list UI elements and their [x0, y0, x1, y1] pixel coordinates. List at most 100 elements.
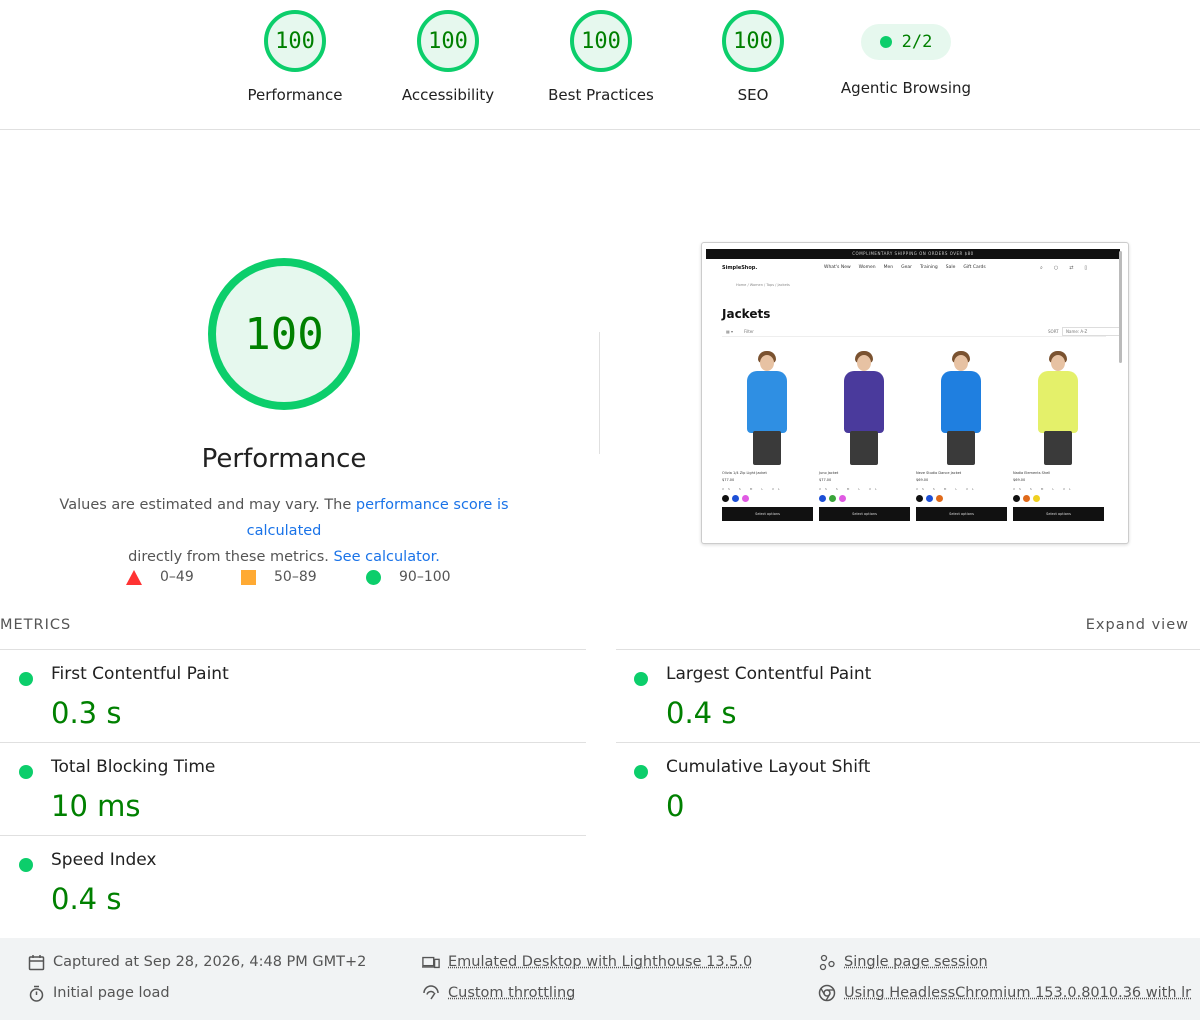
metric-value: 0.4 s: [666, 696, 737, 730]
metrics-heading: METRICS: [0, 617, 72, 633]
product-name: Olivia 1/4 Zip Light Jacket: [722, 471, 767, 475]
accessibility-score: 100: [417, 10, 479, 72]
gauge-label: Agentic Browsing: [840, 79, 972, 97]
product-sizes: XS S M L XL: [1013, 487, 1075, 491]
legs: [850, 431, 878, 465]
runtime-settings: Captured at Sep 28, 2026, 4:48 PM GMT+2 …: [0, 938, 1200, 1020]
pass-dot-icon: [19, 672, 33, 686]
swatch: [1033, 495, 1040, 502]
gauge-label: Performance: [247, 86, 343, 104]
gauge-performance[interactable]: 100 Performance: [220, 10, 370, 104]
legend-label: 0–49: [160, 569, 194, 585]
seo-score: 100: [722, 10, 784, 72]
jacket: [941, 371, 981, 433]
product-price: $69.00: [1013, 478, 1026, 482]
see-calculator-link[interactable]: See calculator.: [333, 549, 439, 565]
expand-view-toggle[interactable]: Expand view: [1086, 617, 1189, 633]
product-sizes: XS S M L XL: [916, 487, 978, 491]
metric-value: 10 ms: [51, 789, 141, 823]
calendar-icon: [27, 953, 45, 971]
nav-item: Sale: [945, 265, 956, 270]
pass-dot-icon: [19, 858, 33, 872]
breadcrumb: Home / Women / Tops / Jackets: [736, 283, 790, 287]
gauge-label: Accessibility: [401, 86, 495, 104]
throttling-icon: [422, 984, 440, 1002]
devices-icon: [422, 953, 440, 971]
filter-bar: ▦ ▾ Filter SORT Name: A-Z: [722, 327, 1122, 337]
gauge-agentic-browsing[interactable]: 2/2 Agentic Browsing: [831, 10, 981, 97]
swatch: [722, 495, 729, 502]
head: [857, 355, 871, 371]
metric-label: Total Blocking Time: [51, 757, 216, 777]
nav-item: Gift Cards: [963, 265, 986, 270]
metric-value: 0.4 s: [51, 882, 122, 916]
session-text: Single page session: [844, 954, 988, 970]
metric-value: 0: [666, 789, 685, 823]
desc-text: Values are estimated and may vary. The: [59, 497, 356, 513]
gauge-accessibility[interactable]: 100 Accessibility: [373, 10, 523, 104]
category-title: Jackets: [722, 307, 771, 321]
product-sizes: XS S M L XL: [819, 487, 881, 491]
emulation-info[interactable]: Emulated Desktop with Lighthouse 13.5.0: [422, 953, 752, 971]
gauge-seo[interactable]: 100 SEO: [678, 10, 828, 104]
score-summary-bar: 100 Performance 100 Accessibility 100 Be…: [0, 0, 1200, 130]
cart-icon: ▯: [1084, 265, 1088, 271]
nav-item: Gear: [901, 265, 912, 270]
product-price: $77.00: [722, 478, 735, 482]
head: [1051, 355, 1065, 371]
swatch: [732, 495, 739, 502]
average-square-icon: [241, 569, 256, 585]
promo-banner: COMPLIMENTARY SHIPPING ON ORDERS OVER $8…: [706, 249, 1120, 259]
pass-circle-icon: [366, 569, 381, 585]
session-icon: [818, 953, 836, 971]
chrome-icon: [818, 984, 836, 1002]
select-options-button: Select options: [819, 507, 910, 521]
product-sizes: XS S M L XL: [722, 487, 784, 491]
desc-text: directly from these metrics.: [128, 549, 334, 565]
session-info[interactable]: Single page session: [818, 953, 988, 971]
color-swatches: [1013, 495, 1104, 502]
jacket: [747, 371, 787, 433]
site-logo: SimpleShop.: [722, 265, 758, 271]
nav-item: What's New: [824, 265, 851, 270]
nav-item: Men: [883, 265, 894, 270]
product-image: [916, 349, 1007, 467]
product-name: Juno Jacket: [819, 471, 839, 475]
legend-pass: 90–100: [366, 566, 451, 588]
divider: [0, 742, 586, 743]
gauge-best-practices[interactable]: 100 Best Practices: [526, 10, 676, 104]
compare-icon: ⇄: [1069, 265, 1074, 271]
legend-fail: 0–49: [126, 566, 194, 588]
captured-at-info: Captured at Sep 28, 2026, 4:48 PM GMT+2: [27, 953, 366, 971]
divider: [616, 649, 1200, 650]
pass-dot-icon: [19, 765, 33, 779]
nav-item: Training: [920, 265, 938, 270]
divider: [0, 835, 586, 836]
nav-item: Women: [858, 265, 876, 270]
browser-info[interactable]: Using HeadlessChromium 153.0.8010.36 wit…: [818, 984, 1191, 1002]
pass-dot-icon: [634, 765, 648, 779]
final-screenshot[interactable]: COMPLIMENTARY SHIPPING ON ORDERS OVER $8…: [701, 242, 1129, 544]
product-image: [1013, 349, 1104, 467]
scrollbar: [1119, 251, 1122, 363]
swatch: [936, 495, 943, 502]
swatch: [819, 495, 826, 502]
search-icon: ⌕: [1040, 265, 1043, 271]
product-price: $77.00: [819, 478, 832, 482]
throttling-info[interactable]: Custom throttling: [422, 984, 575, 1002]
jacket: [1038, 371, 1078, 433]
swatch: [839, 495, 846, 502]
sort-select: Name: A-Z: [1062, 327, 1122, 336]
swatch: [742, 495, 749, 502]
agentic-score-pill: 2/2: [861, 24, 951, 60]
performance-title: Performance: [201, 444, 367, 474]
product-image: [819, 349, 910, 467]
color-swatches: [722, 495, 813, 502]
color-swatches: [819, 495, 910, 502]
legend-average: 50–89: [241, 566, 317, 588]
filter-label: Filter: [744, 329, 754, 334]
pass-dot-icon: [634, 672, 648, 686]
legs: [753, 431, 781, 465]
product-card: Juno Jacket $77.00 XS S M L XL Select op…: [819, 349, 910, 521]
product-price: $69.00: [916, 478, 929, 482]
